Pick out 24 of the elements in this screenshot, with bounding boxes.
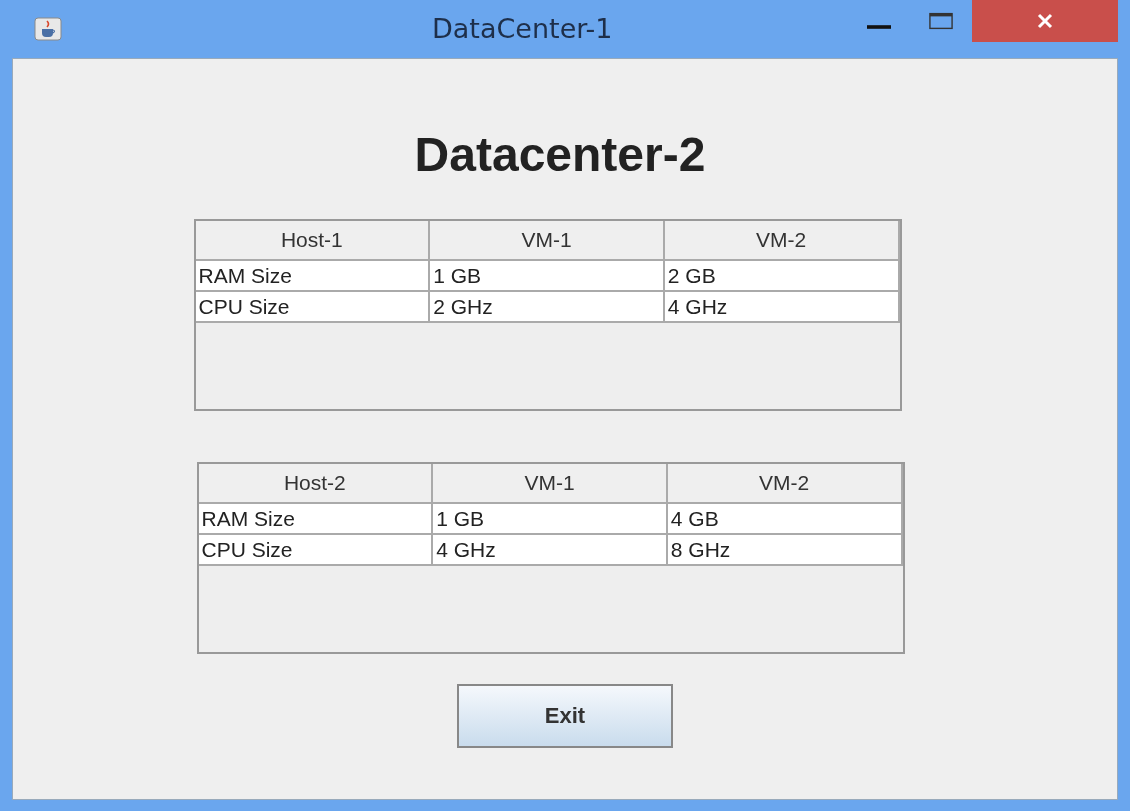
table-cell: RAM Size [198, 504, 434, 535]
table-cell: CPU Size [195, 292, 431, 323]
table-cell: 8 GHz [667, 535, 903, 566]
table-cell: 4 GHz [664, 292, 900, 323]
minimize-icon [867, 25, 891, 29]
table-cell: 4 GB [667, 504, 903, 535]
app-icon [34, 17, 62, 41]
table-cell: 1 GB [430, 261, 665, 292]
heading: Datacenter-2 [414, 127, 706, 182]
column-header[interactable]: VM-1 [433, 464, 668, 504]
column-header[interactable]: VM-1 [430, 221, 665, 261]
table-cell: RAM Size [195, 261, 431, 292]
table-cell: 2 GB [664, 261, 900, 292]
table-cell: 4 GHz [433, 535, 668, 566]
exit-button[interactable]: Exit [457, 684, 673, 748]
column-header[interactable]: Host-1 [195, 221, 431, 261]
maximize-icon [929, 11, 953, 31]
column-header[interactable]: VM-2 [667, 464, 903, 504]
table-cell: 1 GB [433, 504, 668, 535]
table-cell: CPU Size [198, 535, 434, 566]
column-header[interactable]: VM-2 [664, 221, 900, 261]
column-header[interactable]: Host-2 [198, 464, 434, 504]
table-cell: 2 GHz [430, 292, 665, 323]
window-title: DataCenter-1 [432, 13, 613, 44]
